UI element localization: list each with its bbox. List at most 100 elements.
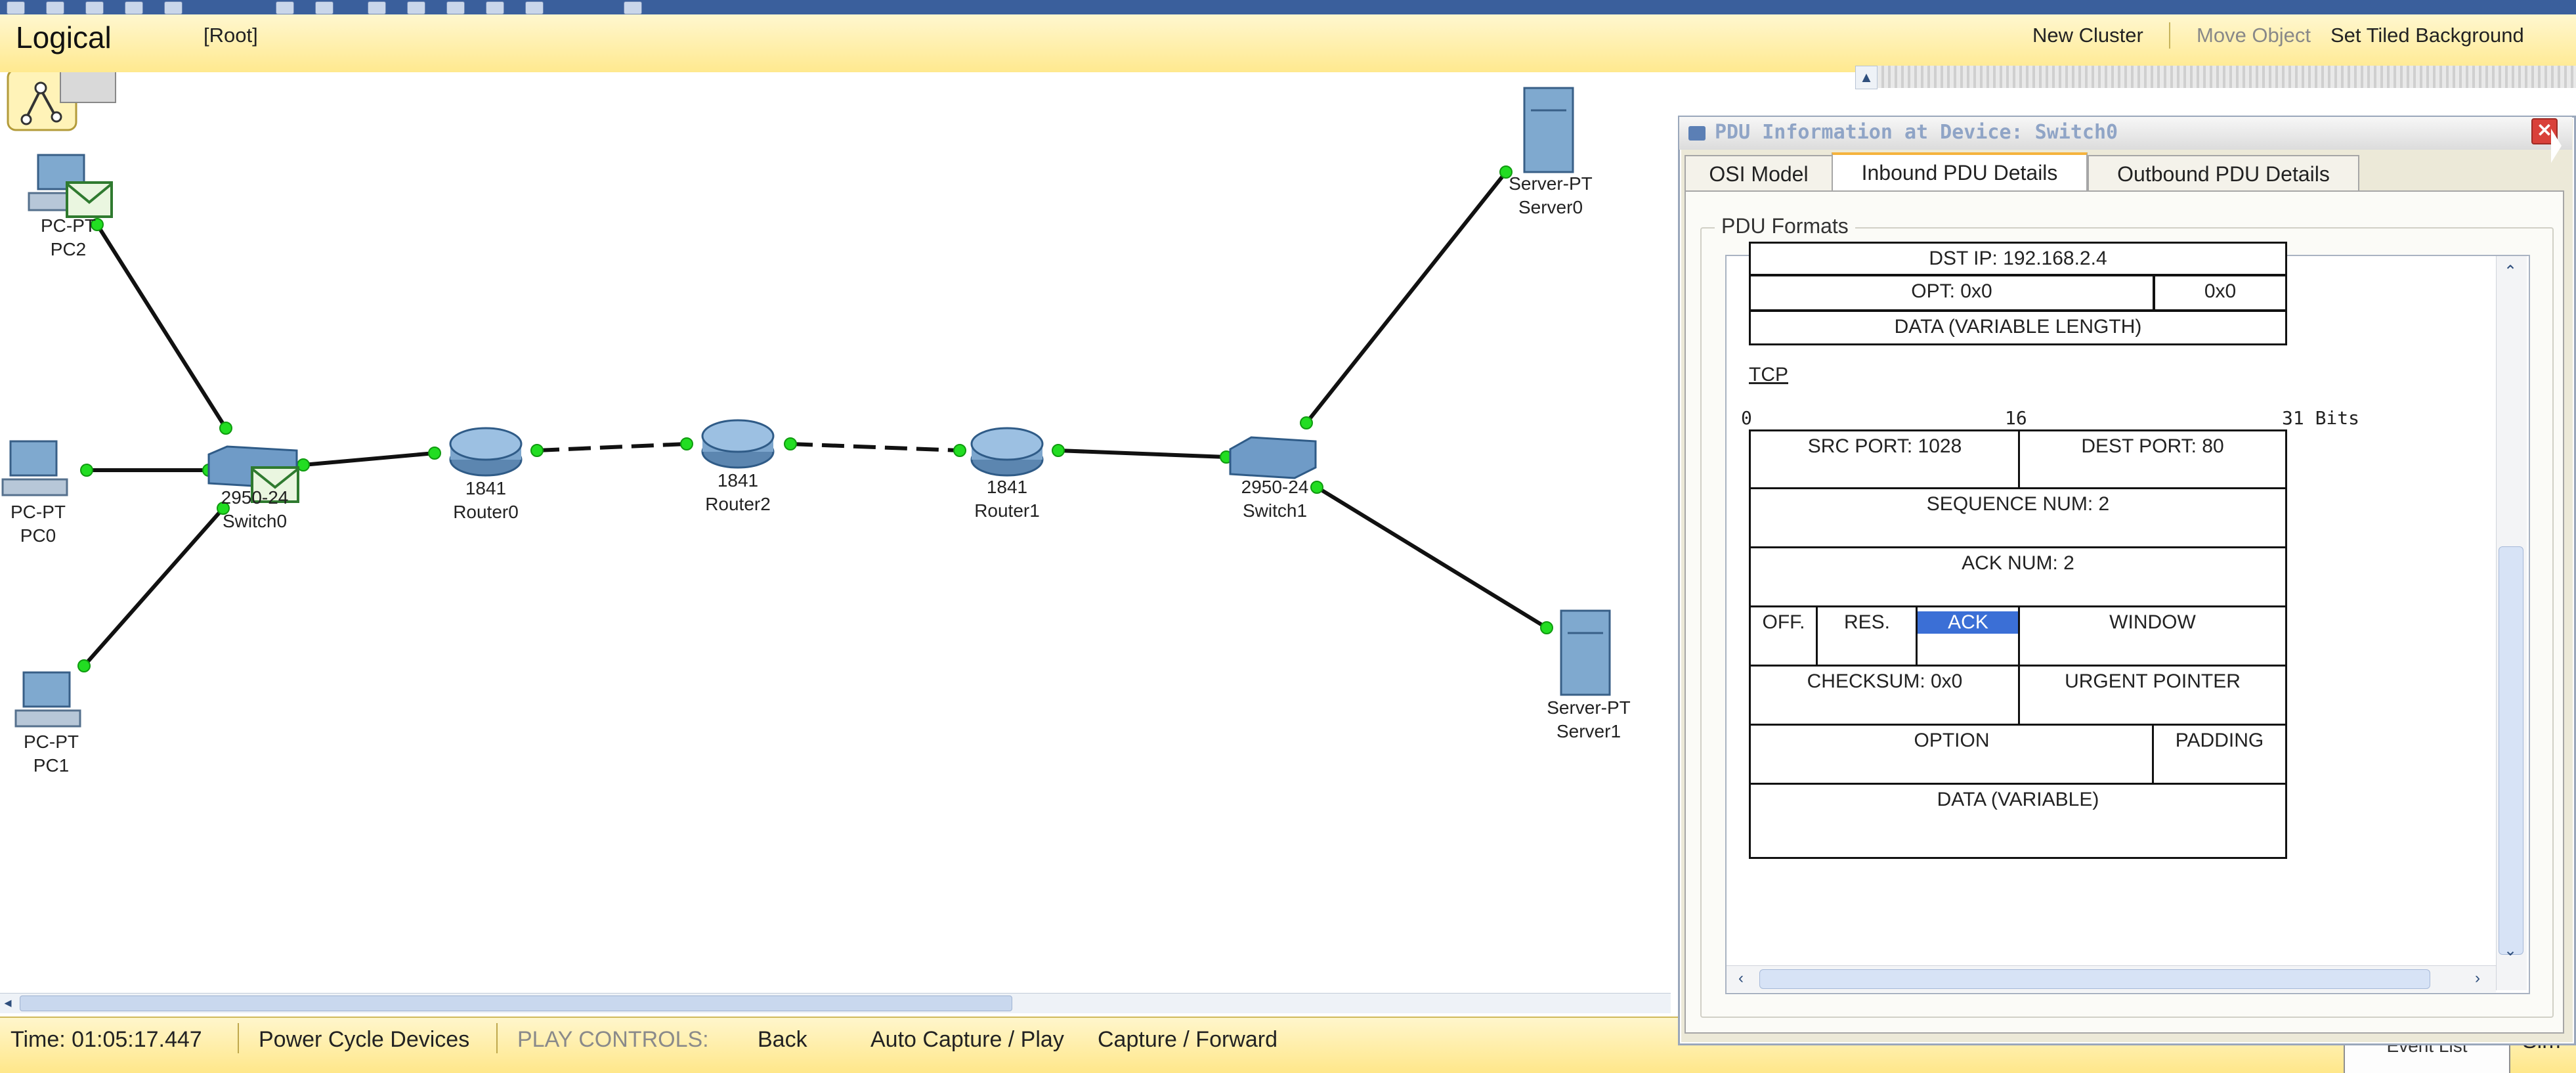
link-switch1-server0[interactable] bbox=[1304, 171, 1508, 424]
bit-marker-0: 0 bbox=[1741, 407, 1752, 429]
new-file-icon[interactable] bbox=[7, 1, 25, 14]
redo-icon[interactable] bbox=[407, 1, 425, 14]
port-indicator bbox=[219, 422, 232, 435]
scroll-up-arrow-icon[interactable]: ⌃ bbox=[2499, 260, 2522, 284]
link-switch0-router0[interactable] bbox=[303, 451, 435, 467]
link-pc1-switch0[interactable] bbox=[82, 507, 225, 667]
logical-workspace-label[interactable]: Logical bbox=[16, 20, 112, 55]
tab-osi-model[interactable]: OSI Model bbox=[1685, 155, 1833, 192]
tcp-urgent-pointer-field: URGENT POINTER bbox=[2018, 665, 2287, 726]
device-name: Router1 bbox=[974, 500, 1040, 521]
tcp-sequence-field: SEQUENCE NUM: 2 bbox=[1749, 487, 2287, 549]
scroll-down-arrow-icon[interactable]: ⌄ bbox=[2499, 939, 2522, 963]
save-icon[interactable] bbox=[85, 1, 104, 14]
activity-wizard-icon[interactable] bbox=[164, 1, 182, 14]
scroll-left-arrow-icon[interactable]: ‹ bbox=[1729, 968, 1753, 989]
scroll-left-arrow-icon[interactable]: ◂ bbox=[0, 994, 16, 1011]
tcp-header-title: TCP bbox=[1749, 364, 1788, 385]
auto-capture-play-button[interactable]: Auto Capture / Play bbox=[870, 1027, 1064, 1053]
canvas-scroll-thumb[interactable] bbox=[20, 996, 1012, 1011]
pc2-icon[interactable] bbox=[28, 154, 113, 218]
ip-opt-field: OPT: 0x0 bbox=[1749, 274, 2155, 311]
tab-inbound-pdu-details[interactable]: Inbound PDU Details bbox=[1832, 152, 2088, 194]
pdu-vertical-scroll-thumb[interactable] bbox=[2499, 546, 2523, 955]
zoom-out-icon[interactable] bbox=[525, 1, 544, 14]
field-text: ACK NUM: 2 bbox=[1962, 552, 2074, 574]
field-text: RES. bbox=[1843, 611, 1891, 633]
router2-label: 1841 Router2 bbox=[705, 469, 771, 516]
capture-forward-button[interactable]: Capture / Forward bbox=[1098, 1027, 1277, 1053]
device-model: PC-PT bbox=[11, 502, 66, 522]
router2-icon[interactable] bbox=[701, 419, 775, 469]
pc0-label: PC-PT PC0 bbox=[11, 500, 66, 548]
field-text: DATA (VARIABLE LENGTH) bbox=[1894, 316, 2142, 338]
device-model: 2950-24 bbox=[221, 487, 289, 508]
pc0-icon[interactable] bbox=[1, 440, 68, 496]
tcp-dest-port-field: DEST PORT: 80 bbox=[2018, 429, 2287, 490]
pdu-horizontal-scroll-thumb[interactable] bbox=[1759, 969, 2430, 989]
ip-padding-field: 0x0 bbox=[2153, 274, 2287, 311]
paste-icon[interactable] bbox=[315, 1, 333, 14]
simulation-time: Time: 01:05:17.447 bbox=[11, 1027, 202, 1052]
new-cluster-button[interactable]: New Cluster bbox=[2032, 24, 2143, 47]
back-button[interactable]: Back bbox=[758, 1027, 807, 1053]
server0-icon[interactable] bbox=[1523, 87, 1574, 173]
switch1-icon[interactable] bbox=[1229, 436, 1317, 479]
tab-outbound-pdu-details[interactable]: Outbound PDU Details bbox=[2088, 155, 2359, 192]
device-name: PC0 bbox=[20, 525, 56, 546]
device-name: Router0 bbox=[453, 502, 519, 522]
tcp-flags-selected-text[interactable]: ACK bbox=[1918, 611, 2019, 634]
root-breadcrumb[interactable]: [Root] bbox=[204, 24, 258, 47]
tcp-checksum-field: CHECKSUM: 0x0 bbox=[1749, 665, 2021, 726]
link-pc2-switch0[interactable] bbox=[95, 223, 228, 429]
link-router0-router2[interactable] bbox=[536, 442, 687, 452]
drawing-palette-icon[interactable] bbox=[624, 1, 642, 14]
power-cycle-devices-button[interactable]: Power Cycle Devices bbox=[259, 1027, 469, 1053]
device-model: 2950-24 bbox=[1241, 477, 1309, 497]
field-text: DEST PORT: 80 bbox=[2081, 435, 2224, 457]
scroll-up-arrow-icon[interactable]: ▲ bbox=[1855, 66, 1878, 89]
tcp-flags-field[interactable]: ACK bbox=[1916, 605, 2021, 667]
router1-label: 1841 Router1 bbox=[974, 475, 1040, 523]
set-tiled-background-button[interactable]: Set Tiled Background bbox=[2330, 24, 2524, 47]
bar-separator bbox=[496, 1023, 498, 1053]
server1-label: Server-PT Server1 bbox=[1547, 696, 1631, 743]
copy-icon[interactable] bbox=[276, 1, 294, 14]
ip-data-field: DATA (VARIABLE LENGTH) bbox=[1749, 310, 2287, 345]
link-switch1-server1[interactable] bbox=[1316, 485, 1548, 630]
undo-icon[interactable] bbox=[368, 1, 386, 14]
switch0-label: 2950-24 Switch0 bbox=[221, 486, 289, 533]
device-model: 1841 bbox=[986, 477, 1028, 497]
canvas-ruler bbox=[1878, 66, 2576, 88]
tcp-window-field: WINDOW bbox=[2018, 605, 2287, 667]
mouse-cursor-icon bbox=[2551, 129, 2562, 163]
router1-icon[interactable] bbox=[970, 427, 1044, 477]
link-router2-router1[interactable] bbox=[790, 442, 960, 452]
zoom-in-icon[interactable] bbox=[446, 1, 465, 14]
logical-view-icon[interactable] bbox=[7, 72, 116, 131]
port-indicator bbox=[1300, 416, 1313, 429]
server1-icon[interactable] bbox=[1560, 609, 1611, 696]
logical-workspace-canvas[interactable]: PC-PT PC2 PC-PT PC0 PC-PT PC1 2950-24 Switch… bbox=[0, 72, 1858, 992]
port-indicator bbox=[80, 464, 93, 477]
router0-icon[interactable] bbox=[449, 427, 523, 477]
open-file-icon[interactable] bbox=[46, 1, 64, 14]
workspace-bar bbox=[0, 14, 2576, 74]
tcp-data-field: DATA (VARIABLE) bbox=[1749, 783, 2287, 859]
bar-separator bbox=[238, 1023, 239, 1053]
ip-dst-ip-field: DST IP: 192.168.2.4 bbox=[1749, 242, 2287, 276]
print-icon[interactable] bbox=[125, 1, 143, 14]
field-text: OFF. bbox=[1762, 611, 1805, 633]
tcp-offset-field: OFF. bbox=[1749, 605, 1818, 667]
pc1-icon[interactable] bbox=[14, 671, 81, 728]
link-router1-switch1[interactable] bbox=[1058, 449, 1227, 459]
device-model: PC-PT bbox=[41, 215, 96, 236]
device-model: Server-PT bbox=[1547, 697, 1631, 718]
port-indicator bbox=[1540, 621, 1553, 634]
move-object-button[interactable]: Move Object bbox=[2197, 24, 2311, 47]
device-name: PC1 bbox=[33, 755, 70, 776]
field-text: OPTION bbox=[1914, 730, 1990, 751]
port-indicator bbox=[77, 659, 91, 672]
scroll-right-arrow-icon[interactable]: › bbox=[2466, 968, 2489, 989]
zoom-reset-icon[interactable] bbox=[486, 1, 504, 14]
